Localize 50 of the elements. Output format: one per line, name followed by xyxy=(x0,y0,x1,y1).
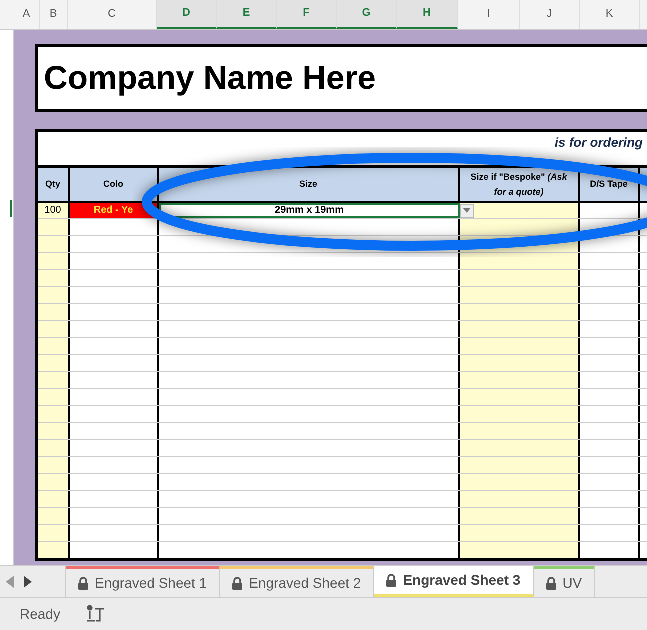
column-heading: Size xyxy=(299,178,318,192)
column-header[interactable]: J xyxy=(520,0,580,29)
table-cell xyxy=(38,508,70,524)
sheet-note: is for ordering xyxy=(554,134,643,152)
column-header[interactable]: B xyxy=(40,0,68,29)
table-cell xyxy=(38,423,70,439)
caret-icon xyxy=(463,208,471,213)
table-cell xyxy=(38,236,70,252)
table-cell xyxy=(38,287,70,303)
table-cell xyxy=(38,372,70,388)
table-cell: 100 xyxy=(38,203,70,218)
column-heading: Size if "Bespoke" (Ask for a quote) xyxy=(470,171,568,199)
table-cell xyxy=(38,457,70,473)
column-header[interactable]: E xyxy=(217,0,277,29)
column-header[interactable]: F xyxy=(277,0,337,29)
lock-icon xyxy=(546,576,557,590)
company-title: Company Name Here xyxy=(44,58,376,98)
table-cell xyxy=(38,440,70,456)
lock-icon xyxy=(386,574,398,586)
column-heading: D/S Tape xyxy=(590,178,628,192)
table-cell xyxy=(38,525,70,541)
table-cell xyxy=(38,253,70,269)
table-cell xyxy=(38,270,70,286)
dropdown-button[interactable] xyxy=(460,204,474,218)
lock-icon xyxy=(232,576,244,590)
table-cell xyxy=(38,355,70,371)
table-cell xyxy=(38,304,70,320)
column-header[interactable]: A xyxy=(14,0,40,29)
column-heading: Qty xyxy=(45,178,60,192)
row-marker xyxy=(10,200,12,217)
table-cell xyxy=(38,219,70,235)
table-cell xyxy=(38,542,70,558)
column-heading: Colo xyxy=(104,178,124,192)
column-header[interactable]: G xyxy=(337,0,397,29)
table-cell xyxy=(38,406,70,422)
table-cell xyxy=(38,474,70,490)
status-text: Ready xyxy=(20,604,60,624)
sheet-tab[interactable]: Engraved Sheet 3 xyxy=(374,566,534,597)
lock-icon xyxy=(78,576,89,590)
column-header[interactable]: D xyxy=(157,0,217,29)
selected-cell[interactable]: 29mm x 19mm xyxy=(159,203,460,218)
column-header[interactable]: K xyxy=(580,0,640,29)
scroll-right-icon[interactable] xyxy=(24,576,32,588)
table-cell xyxy=(38,338,70,354)
macro-recorder-icon[interactable] xyxy=(86,605,106,623)
table-cell xyxy=(38,389,70,405)
table-cell xyxy=(38,491,70,507)
table-cell xyxy=(38,321,70,337)
column-header[interactable]: H xyxy=(397,0,458,29)
column-header[interactable]: I xyxy=(458,0,520,29)
